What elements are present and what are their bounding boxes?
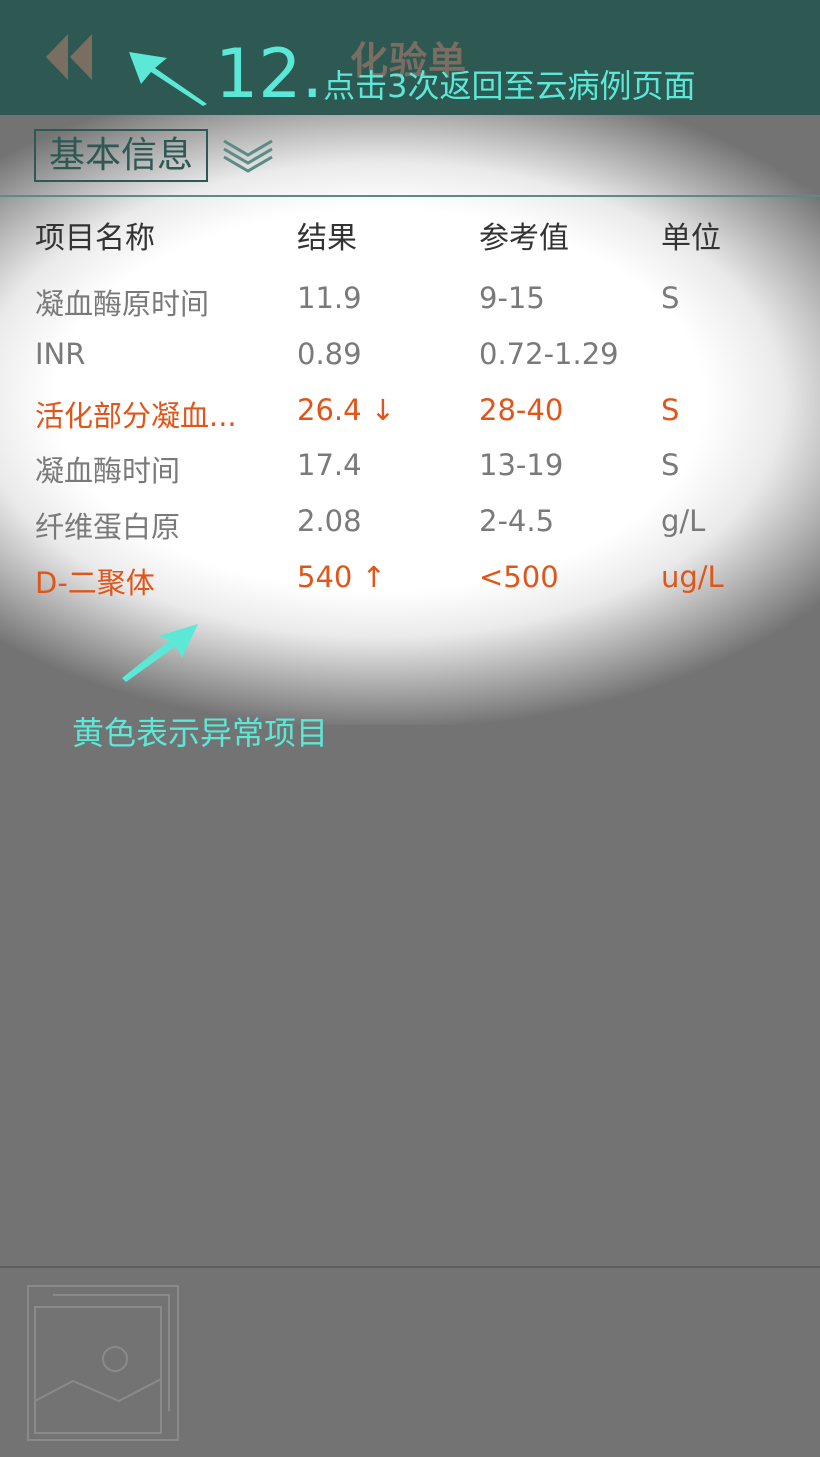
cell-name: INR <box>35 337 86 371</box>
cell-reference: 2-4.5 <box>479 504 555 538</box>
cell-result: 0.89 <box>297 337 362 371</box>
table-header: 项目名称 结果 参考值 单位 <box>0 205 820 259</box>
cell-result: 11.9 <box>297 281 362 315</box>
cell-name: D-二聚体 <box>35 566 155 600</box>
cell-unit: S <box>661 281 680 315</box>
cell-reference: <500 <box>479 560 559 594</box>
cell-reference: 13-19 <box>479 448 564 482</box>
cell-result: 17.4 <box>297 448 362 482</box>
cell-unit: ug/L <box>661 560 724 594</box>
column-header-unit: 单位 <box>661 221 721 256</box>
annotation-arrow-icon <box>129 52 207 106</box>
cell-unit: g/L <box>661 504 706 538</box>
double-chevron-down-icon[interactable] <box>222 135 274 177</box>
cell-unit: S <box>661 448 680 482</box>
table-row-abnormal[interactable]: D-二聚体 540 ↑ <500 ug/L <box>0 550 820 606</box>
table-row[interactable]: 凝血酶时间 17.4 13-19 S <box>0 438 820 494</box>
cell-name: 凝血酶时间 <box>35 454 181 488</box>
table-row[interactable]: 纤维蛋白原 2.08 2-4.5 g/L <box>0 494 820 550</box>
cell-result: 26.4 ↓ <box>297 393 396 427</box>
column-header-reference: 参考值 <box>479 221 569 256</box>
cell-name: 纤维蛋白原 <box>35 510 181 544</box>
table-row[interactable]: 凝血酶原时间 11.9 9-15 S <box>0 271 820 327</box>
cell-reference: 9-15 <box>479 281 545 315</box>
cell-name: 活化部分凝血... <box>35 399 237 433</box>
cell-unit: S <box>661 393 680 427</box>
cell-name: 凝血酶原时间 <box>35 287 210 321</box>
column-header-name: 项目名称 <box>35 221 155 256</box>
section-bar: 基本信息 <box>0 115 820 197</box>
annotation-step-number: 12. <box>215 35 324 114</box>
divider <box>0 1266 820 1268</box>
annotation-legend: 黄色表示异常项目 <box>72 714 329 752</box>
annotation-arrow-icon <box>122 624 198 682</box>
cell-reference: 0.72-1.29 <box>479 337 619 371</box>
annotation-step: 12.点击3次返回至云病例页面 <box>215 40 696 110</box>
cell-result: 540 ↑ <box>297 560 386 594</box>
double-chevron-left-icon[interactable] <box>44 32 96 82</box>
cell-reference: 28-40 <box>479 393 564 427</box>
image-placeholder-icon[interactable] <box>27 1285 179 1441</box>
table-row[interactable]: INR 0.89 0.72-1.29 <box>0 327 820 383</box>
section-tab-basic-info[interactable]: 基本信息 <box>34 129 208 182</box>
column-header-result: 结果 <box>297 221 357 256</box>
cell-result: 2.08 <box>297 504 362 538</box>
table-row-abnormal[interactable]: 活化部分凝血... 26.4 ↓ 28-40 S <box>0 383 820 439</box>
annotation-step-text: 点击3次返回至云病例页面 <box>323 67 696 105</box>
